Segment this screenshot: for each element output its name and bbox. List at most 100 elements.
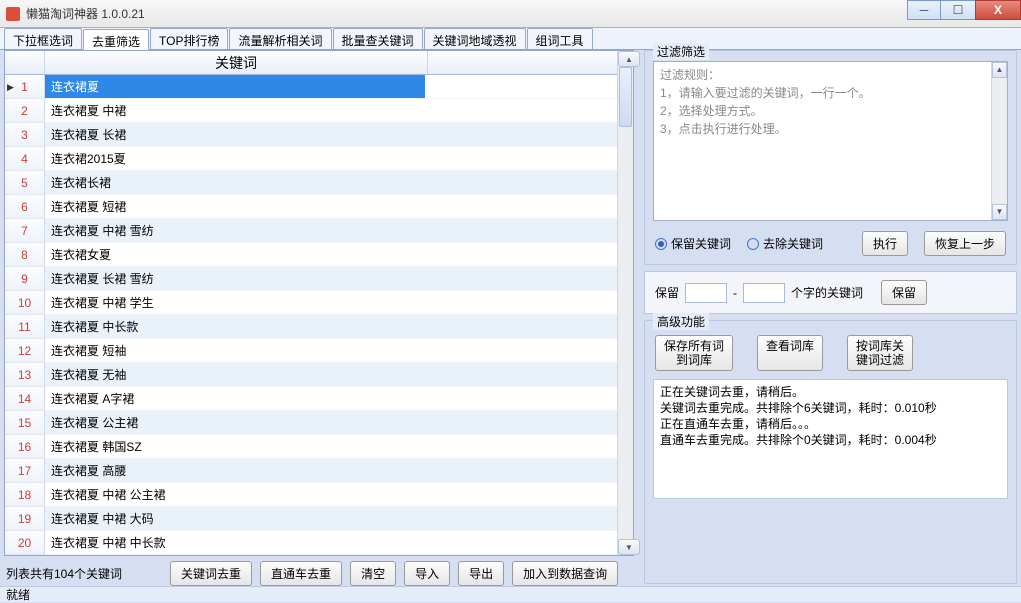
row-blank <box>425 75 617 99</box>
row-keyword[interactable]: 连衣裙长裙 <box>45 171 425 195</box>
row-keyword[interactable]: 连衣裙夏 长裙 雪纺 <box>45 267 425 291</box>
row-number: 1 <box>5 75 45 99</box>
scroll-up-icon[interactable]: ▲ <box>992 62 1007 78</box>
row-blank <box>425 315 617 339</box>
row-blank <box>425 531 617 555</box>
row-keyword[interactable]: 连衣裙夏 <box>45 75 425 99</box>
row-keyword[interactable]: 连衣裙夏 中裙 学生 <box>45 291 425 315</box>
textarea-scrollbar[interactable]: ▲ ▼ <box>991 62 1007 220</box>
table-row[interactable]: 11连衣裙夏 中长款 <box>5 315 617 339</box>
row-number: 15 <box>5 411 45 435</box>
row-blank <box>425 387 617 411</box>
close-button[interactable]: X <box>975 0 1021 20</box>
row-blank <box>425 99 617 123</box>
table-row[interactable]: 9连衣裙夏 长裙 雪纺 <box>5 267 617 291</box>
table-row[interactable]: 6连衣裙夏 短裙 <box>5 195 617 219</box>
table-row[interactable]: 7连衣裙夏 中裙 雪纺 <box>5 219 617 243</box>
row-keyword[interactable]: 连衣裙女夏 <box>45 243 425 267</box>
row-blank <box>425 171 617 195</box>
run-filter-button[interactable]: 执行 <box>862 231 908 256</box>
radio-keep-keyword[interactable]: 保留关键词 <box>655 235 731 252</box>
app-icon <box>6 7 20 21</box>
row-keyword[interactable]: 连衣裙夏 中裙 公主裙 <box>45 483 425 507</box>
grid-header-num[interactable] <box>5 51 45 74</box>
row-keyword[interactable]: 连衣裙夏 高腰 <box>45 459 425 483</box>
row-keyword[interactable]: 连衣裙夏 中裙 雪纺 <box>45 219 425 243</box>
tab-traffic-related[interactable]: 流量解析相关词 <box>229 28 331 49</box>
table-row[interactable]: 20连衣裙夏 中裙 中长款 <box>5 531 617 555</box>
row-keyword[interactable]: 连衣裙2015夏 <box>45 147 425 171</box>
row-keyword[interactable]: 连衣裙夏 中裙 <box>45 99 425 123</box>
title-bar: 懒猫淘词神器 1.0.0.21 ─ ☐ X <box>0 0 1021 28</box>
table-row[interactable]: 5连衣裙长裙 <box>5 171 617 195</box>
view-lib-button[interactable]: 查看词库 <box>757 335 823 371</box>
keep-min-input[interactable] <box>685 283 727 303</box>
table-row[interactable]: 12连衣裙夏 短袖 <box>5 339 617 363</box>
dedup-keyword-button[interactable]: 关键词去重 <box>170 561 252 586</box>
table-row[interactable]: 10连衣裙夏 中裙 学生 <box>5 291 617 315</box>
row-keyword[interactable]: 连衣裙夏 中裙 大码 <box>45 507 425 531</box>
maximize-button[interactable]: ☐ <box>941 0 975 20</box>
keep-max-input[interactable] <box>743 283 785 303</box>
table-row[interactable]: 15连衣裙夏 公主裙 <box>5 411 617 435</box>
save-to-lib-button[interactable]: 保存所有词 到词库 <box>655 335 733 371</box>
keep-pre-label: 保留 <box>655 284 679 301</box>
scroll-down-icon[interactable]: ▼ <box>992 204 1007 220</box>
tab-geo-perspective[interactable]: 关键词地域透视 <box>424 28 526 49</box>
tab-word-combine[interactable]: 组词工具 <box>527 28 593 49</box>
table-row[interactable]: 3连衣裙夏 长裙 <box>5 123 617 147</box>
tab-dropdown-words[interactable]: 下拉框选词 <box>4 28 82 49</box>
row-number: 17 <box>5 459 45 483</box>
row-number: 3 <box>5 123 45 147</box>
filter-by-lib-button[interactable]: 按词库关 键词过滤 <box>847 335 913 371</box>
tab-batch-query[interactable]: 批量查关键词 <box>333 28 423 49</box>
keep-button[interactable]: 保留 <box>881 280 927 305</box>
row-keyword[interactable]: 连衣裙夏 短裙 <box>45 195 425 219</box>
row-number: 5 <box>5 171 45 195</box>
import-button[interactable]: 导入 <box>404 561 450 586</box>
add-to-query-button[interactable]: 加入到数据查询 <box>512 561 618 586</box>
row-keyword[interactable]: 连衣裙夏 短袖 <box>45 339 425 363</box>
undo-button[interactable]: 恢复上一步 <box>924 231 1006 256</box>
grid-scrollbar[interactable]: ▲ ▼ <box>617 51 633 555</box>
radio-remove-keyword[interactable]: 去除关键词 <box>747 235 823 252</box>
log-output[interactable]: 正在关键词去重，请稍后。 关键词去重完成。共排除个6关键词，耗时：0.010秒 … <box>653 379 1008 499</box>
tab-top-rank[interactable]: TOP排行榜 <box>150 28 228 49</box>
dedup-ztc-button[interactable]: 直通车去重 <box>260 561 342 586</box>
scroll-up-icon[interactable]: ▲ <box>618 51 640 67</box>
export-button[interactable]: 导出 <box>458 561 504 586</box>
clear-button[interactable]: 清空 <box>350 561 396 586</box>
tab-dedup-filter[interactable]: 去重筛选 <box>83 29 149 50</box>
row-keyword[interactable]: 连衣裙夏 中长款 <box>45 315 425 339</box>
scroll-down-icon[interactable]: ▼ <box>618 539 640 555</box>
table-row[interactable]: 13连衣裙夏 无袖 <box>5 363 617 387</box>
row-keyword[interactable]: 连衣裙夏 无袖 <box>45 363 425 387</box>
row-blank <box>425 459 617 483</box>
scroll-thumb[interactable] <box>619 67 632 127</box>
grid-header-blank <box>427 51 617 74</box>
row-keyword[interactable]: 连衣裙夏 公主裙 <box>45 411 425 435</box>
table-row[interactable]: 18连衣裙夏 中裙 公主裙 <box>5 483 617 507</box>
advanced-groupbox: 高级功能 保存所有词 到词库 查看词库 按词库关 键词过滤 正在关键词去重，请稍… <box>644 320 1017 584</box>
table-row[interactable]: 19连衣裙夏 中裙 大码 <box>5 507 617 531</box>
table-row[interactable]: 1连衣裙夏 <box>5 75 617 99</box>
table-row[interactable]: 8连衣裙女夏 <box>5 243 617 267</box>
table-row[interactable]: 2连衣裙夏 中裙 <box>5 99 617 123</box>
row-blank <box>425 267 617 291</box>
row-blank <box>425 123 617 147</box>
grid-header-keyword[interactable]: 关键词 <box>45 51 427 74</box>
filter-textarea[interactable]: 过滤规则： 1，请输入要过滤的关键词，一行一个。 2，选择处理方式。 3，点击执… <box>653 61 1008 221</box>
table-row[interactable]: 14连衣裙夏 A字裙 <box>5 387 617 411</box>
minimize-button[interactable]: ─ <box>907 0 941 20</box>
table-row[interactable]: 16连衣裙夏 韩国SZ <box>5 435 617 459</box>
row-keyword[interactable]: 连衣裙夏 A字裙 <box>45 387 425 411</box>
keyword-grid[interactable]: 关键词 1连衣裙夏2连衣裙夏 中裙3连衣裙夏 长裙4连衣裙2015夏5连衣裙长裙… <box>4 50 634 556</box>
row-number: 6 <box>5 195 45 219</box>
row-keyword[interactable]: 连衣裙夏 韩国SZ <box>45 435 425 459</box>
row-number: 13 <box>5 363 45 387</box>
table-row[interactable]: 17连衣裙夏 高腰 <box>5 459 617 483</box>
row-blank <box>425 219 617 243</box>
table-row[interactable]: 4连衣裙2015夏 <box>5 147 617 171</box>
row-keyword[interactable]: 连衣裙夏 中裙 中长款 <box>45 531 425 555</box>
row-keyword[interactable]: 连衣裙夏 长裙 <box>45 123 425 147</box>
